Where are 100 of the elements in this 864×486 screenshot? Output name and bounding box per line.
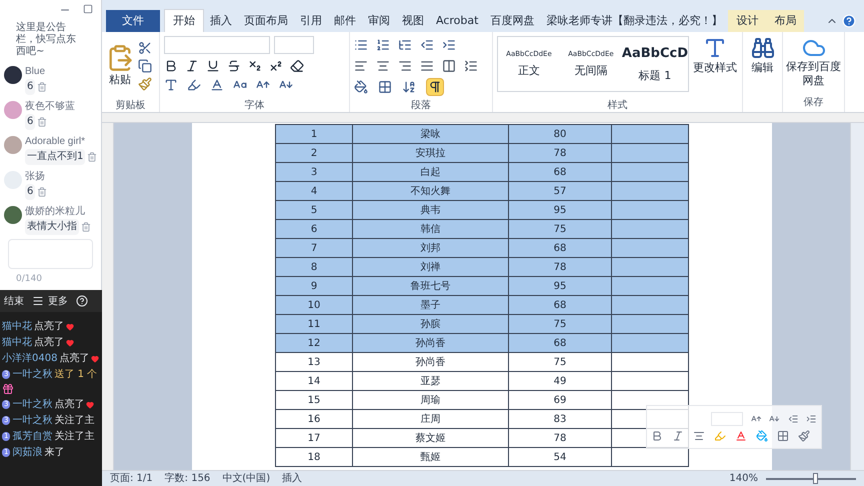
table-cell: 49: [509, 372, 612, 390]
table-row[interactable]: 4 不知火舞 57: [276, 182, 689, 201]
strikethrough-icon[interactable]: [227, 59, 241, 73]
trash-icon[interactable]: [37, 82, 48, 92]
ribbon-tab[interactable]: 邮件: [328, 10, 362, 32]
table-row[interactable]: 3 白起 68: [276, 163, 689, 182]
subscript-icon[interactable]: [248, 59, 262, 73]
decrease-indent-icon[interactable]: [788, 413, 798, 425]
style-item[interactable]: AaBbCcD 标题 1: [622, 37, 688, 91]
table-row[interactable]: 15 周瑜 69: [276, 391, 689, 410]
sort-icon[interactable]: [402, 80, 416, 94]
font-size-field[interactable]: [274, 36, 314, 54]
help-button[interactable]: [76, 295, 88, 307]
table-row[interactable]: 13 孙尚香 75: [276, 353, 689, 372]
multilevel-list-icon[interactable]: [398, 38, 412, 52]
status-item: 插入: [282, 472, 302, 484]
italic-icon[interactable]: [185, 59, 199, 73]
maximize-icon[interactable]: [83, 4, 93, 14]
format-painter-icon[interactable]: [138, 77, 152, 91]
table-row[interactable]: 10 墨子 68: [276, 296, 689, 315]
help-icon[interactable]: [842, 14, 856, 28]
numbering-icon[interactable]: [376, 38, 390, 52]
ribbon-tab[interactable]: 页面布局: [238, 10, 294, 32]
align-center-icon[interactable]: [693, 430, 705, 442]
table-cell: 68: [509, 296, 612, 314]
change-styles-button[interactable]: 更改样式: [693, 36, 737, 92]
group-label: 段落: [411, 100, 431, 112]
align-left-icon[interactable]: [354, 59, 368, 73]
eraser-icon[interactable]: [290, 59, 304, 73]
table-row[interactable]: 6 韩信 75: [276, 220, 689, 239]
zoom-thumb[interactable]: [812, 472, 818, 484]
file-menu-button[interactable]: 文件: [106, 10, 160, 32]
paste-button[interactable]: 粘贴: [106, 44, 134, 88]
save-to-cloud-button[interactable]: 保存到百度网盘: [786, 36, 842, 88]
table-row[interactable]: 11 孙膑 75: [276, 315, 689, 334]
underline-icon[interactable]: [206, 59, 220, 73]
ribbon-tab[interactable]: Acrobat: [430, 10, 484, 32]
increase-indent-icon[interactable]: [806, 413, 817, 425]
zoom-slider[interactable]: [766, 472, 856, 484]
table-row[interactable]: 9 鲁班七号 95: [276, 277, 689, 296]
line-spacing-icon[interactable]: [464, 59, 478, 73]
table-row[interactable]: 5 典韦 95: [276, 201, 689, 220]
shading-icon[interactable]: [354, 80, 368, 94]
align-center-icon[interactable]: [376, 59, 390, 73]
bullets-icon[interactable]: [354, 38, 368, 52]
feed-action: 点亮了: [34, 336, 64, 349]
toolbar-button[interactable]: 结束: [4, 294, 24, 308]
ribbon-tab[interactable]: 开始: [164, 9, 204, 32]
justify-icon[interactable]: [420, 59, 434, 73]
borders-icon[interactable]: [378, 80, 392, 94]
table-row[interactable]: 8 刘禅 78: [276, 258, 689, 277]
message-input[interactable]: [8, 238, 93, 268]
table-row[interactable]: 2 安琪拉 78: [276, 144, 689, 163]
trash-icon[interactable]: [37, 187, 48, 197]
format-painter-icon[interactable]: [798, 430, 810, 442]
ribbon-tab[interactable]: 引用: [294, 10, 328, 32]
table-row[interactable]: 18 甄姬 54: [276, 448, 689, 467]
cut-icon[interactable]: [138, 41, 152, 55]
font-color-icon[interactable]: [210, 78, 224, 92]
table-row[interactable]: 1 梁咏 80: [276, 125, 689, 144]
show-marks-button[interactable]: [426, 78, 444, 96]
highlighter-icon[interactable]: [187, 78, 201, 92]
trash-icon[interactable]: [37, 117, 48, 127]
borders-icon[interactable]: [777, 430, 789, 442]
table-row[interactable]: 12 孙尚香 68: [276, 334, 689, 353]
table-row[interactable]: 7 刘邦 68: [276, 239, 689, 258]
table-cell: 5: [276, 201, 353, 219]
ribbon-tab[interactable]: 插入: [204, 10, 238, 32]
font-size-field[interactable]: [711, 412, 743, 426]
font-color-icon[interactable]: [735, 430, 747, 442]
copy-icon[interactable]: [138, 59, 152, 73]
trash-icon[interactable]: [87, 152, 98, 162]
columns-icon[interactable]: [442, 59, 456, 73]
table-cell: 16: [276, 410, 353, 428]
toolbar-button[interactable]: 更多: [32, 294, 68, 308]
letter-style-icon: [703, 36, 727, 60]
table-cell: 83: [509, 410, 612, 428]
text-effect-icon[interactable]: [164, 78, 178, 92]
ribbon-tab[interactable]: 梁咏老师专讲【翻录违法，必究！】: [540, 10, 728, 32]
bold-icon[interactable]: [164, 59, 178, 73]
table-cell: 甄姬: [353, 448, 509, 466]
table-cell: 蔡文姬: [353, 429, 509, 447]
table-cell: 95: [509, 277, 612, 295]
ribbon-tab[interactable]: 设计: [728, 10, 766, 32]
chat-bubble: 6: [25, 184, 36, 200]
align-right-icon[interactable]: [398, 59, 412, 73]
table-cell: 安琪拉: [353, 144, 509, 162]
superscript-icon[interactable]: [269, 59, 283, 73]
editing-button[interactable]: 编辑: [750, 36, 774, 76]
feed-action: 点亮了: [59, 352, 90, 365]
trash-icon[interactable]: [81, 222, 91, 232]
table-row[interactable]: 14 亚瑟 49: [276, 372, 689, 391]
font-name-field[interactable]: [164, 36, 270, 54]
ribbon-tab[interactable]: 审阅: [362, 10, 396, 32]
scroll-bar[interactable]: [850, 123, 864, 470]
decrease-indent-icon[interactable]: [420, 38, 434, 52]
ribbon-tab[interactable]: 视图: [396, 10, 430, 32]
ribbon-tab[interactable]: 百度网盘: [484, 10, 540, 32]
ribbon-tab[interactable]: 布局: [766, 10, 804, 32]
increase-indent-icon[interactable]: [442, 38, 456, 52]
